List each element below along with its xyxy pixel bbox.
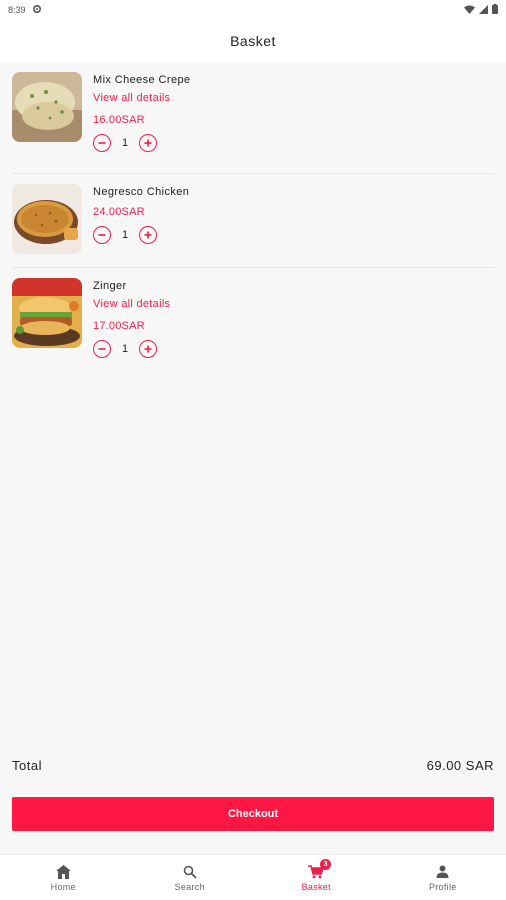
minus-icon [98, 142, 106, 144]
item-image-zinger [12, 278, 82, 348]
status-icons [464, 4, 498, 16]
nav-label: Search [174, 881, 205, 892]
minus-icon [98, 348, 106, 350]
plus-icon [144, 139, 152, 147]
view-details-link[interactable]: View all details [93, 298, 170, 310]
home-icon [55, 864, 71, 880]
quantity-value: 1 [121, 229, 129, 241]
settings-gear-icon [32, 4, 42, 16]
page-title: Basket [230, 33, 276, 49]
basket-item[interactable]: Zinger View all details 17.00SAR 1 [12, 268, 494, 368]
nav-item-basket[interactable]: 3 Basket [253, 855, 380, 900]
increase-quantity-button[interactable] [139, 340, 157, 358]
checkout-button[interactable]: Checkout [12, 797, 494, 831]
item-name: Zinger [93, 280, 127, 292]
nav-label: Home [50, 881, 76, 892]
total-row: Total 69.00 SAR [12, 758, 494, 773]
decrease-quantity-button[interactable] [93, 340, 111, 358]
item-info: Negresco Chicken 24.00SAR 1 [93, 174, 189, 267]
total-label: Total [12, 758, 42, 773]
wifi-icon [464, 5, 475, 16]
plus-icon [144, 345, 152, 353]
nav-item-home[interactable]: Home [0, 855, 127, 900]
decrease-quantity-button[interactable] [93, 134, 111, 152]
item-name: Mix Cheese Crepe [93, 74, 191, 86]
item-image-negresco-chicken [12, 184, 82, 254]
status-bar: 8:39 [0, 0, 506, 20]
total-value: 69.00 SAR [426, 758, 494, 773]
nav-item-search[interactable]: Search [127, 855, 254, 900]
nav-item-profile[interactable]: Profile [380, 855, 506, 900]
quantity-stepper: 1 [93, 340, 170, 358]
battery-icon [492, 4, 498, 16]
search-icon [183, 864, 197, 880]
item-price: 17.00SAR [93, 320, 145, 332]
increase-quantity-button[interactable] [139, 134, 157, 152]
item-price: 24.00SAR [93, 206, 145, 218]
item-info: Zinger View all details 17.00SAR 1 [93, 268, 170, 368]
app-bar: Basket [0, 20, 506, 62]
quantity-value: 1 [121, 137, 129, 149]
nav-label: Basket [301, 881, 331, 892]
status-time: 8:39 [8, 5, 26, 15]
minus-icon [98, 234, 106, 236]
nav-label: Profile [428, 881, 457, 892]
basket-item[interactable]: Mix Cheese Crepe View all details 16.00S… [12, 62, 494, 174]
cart-badge: 3 [320, 858, 332, 870]
plus-icon [144, 231, 152, 239]
decrease-quantity-button[interactable] [93, 226, 111, 244]
person-icon [436, 864, 449, 880]
increase-quantity-button[interactable] [139, 226, 157, 244]
item-price: 16.00SAR [93, 114, 145, 126]
quantity-stepper: 1 [93, 226, 189, 244]
item-name: Negresco Chicken [93, 186, 190, 198]
quantity-value: 1 [121, 343, 129, 355]
quantity-stepper: 1 [93, 134, 191, 152]
view-details-link[interactable]: View all details [93, 92, 191, 104]
bottom-nav: Home Search 3 Basket Profile [0, 854, 506, 900]
item-image-mix-cheese-crepe [12, 72, 82, 142]
item-info: Mix Cheese Crepe View all details 16.00S… [93, 62, 191, 173]
basket-list: Mix Cheese Crepe View all details 16.00S… [0, 62, 506, 368]
signal-icon [479, 4, 488, 16]
cart-icon: 3 [308, 858, 332, 880]
basket-item[interactable]: Negresco Chicken 24.00SAR 1 [12, 174, 494, 268]
